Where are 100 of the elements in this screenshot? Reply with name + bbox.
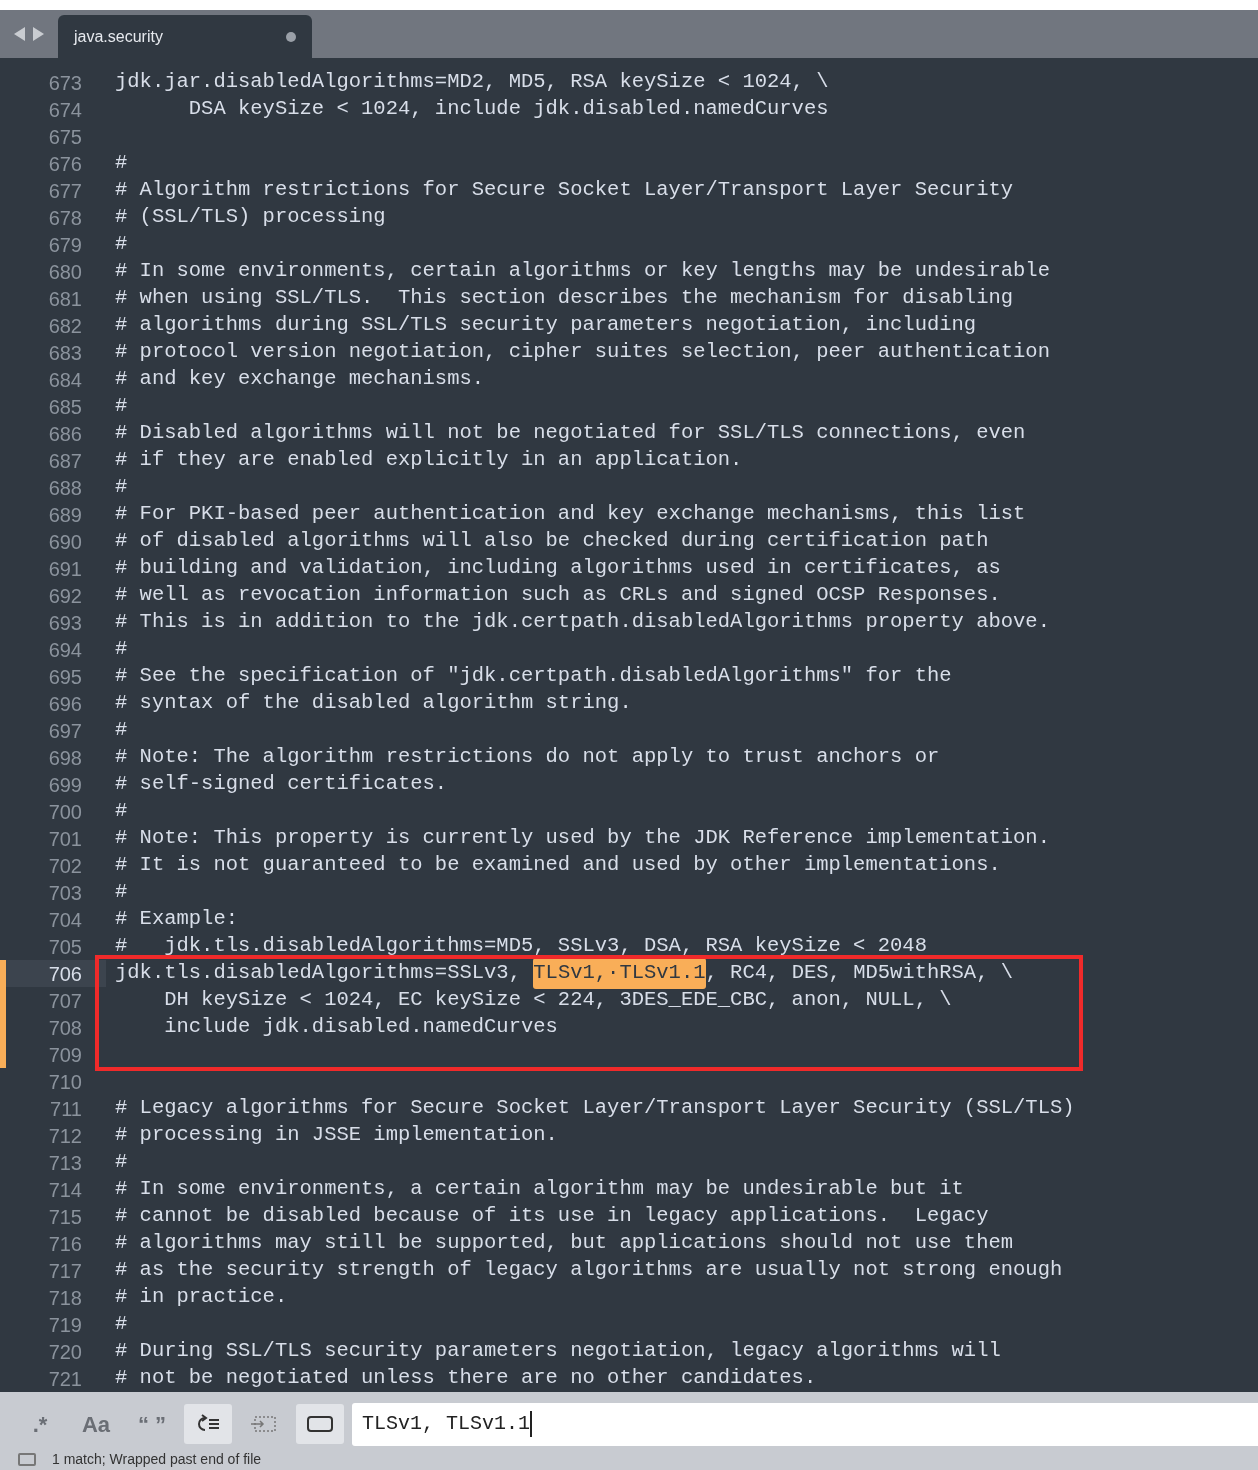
code-text: # This is in addition to the jdk.certpath.disabledAlgorithms property above. [115,609,1050,636]
line-number: 691 [48,556,82,582]
code-text: # [115,231,128,258]
find-option-toggle[interactable] [296,1404,344,1444]
code-text: # [115,150,128,177]
code-text: # algorithms during SSL/TLS security parameters negotiation, including [115,312,977,339]
line-number: 714 [48,1177,82,1203]
find-field[interactable]: TLSv1, TLSv1.1 [352,1402,1258,1446]
code-text: # Note: The algorithm restrictions do not apply to trust anchors or [115,744,940,771]
line-number: 708 [48,1015,82,1041]
code-text: include jdk.disabled.namedCurves [163,1014,558,1041]
code-text: # In some environments, a certain algorithm may be undesirable but it [115,1176,964,1203]
line-number: 693 [48,610,82,636]
code-text: # if they are enabled explicitly in an application. [115,447,743,474]
find-option-toggle[interactable]: .* [16,1404,64,1444]
code-text: # building and validation, including algorithms used in certificates, as [115,555,1001,582]
line-number: 707 [48,988,82,1014]
line-number: 695 [48,664,82,690]
code-text: # in practice. [115,1284,288,1311]
line-number: 690 [48,529,82,555]
code-text: # Disabled algorithms will not be negotiated for SSL/TLS connections, even [115,420,1026,447]
line-number: 718 [48,1285,82,1311]
line-number: 705 [48,934,82,960]
code-text: # cannot be disabled because of its use in legacy applications. Legacy [115,1203,989,1230]
find-option-toggle[interactable]: Aa [72,1404,120,1444]
line-number: 719 [48,1312,82,1338]
line-number: 685 [48,394,82,420]
line-number: 673 [48,70,82,96]
line-number: 678 [48,205,82,231]
code-text: # (SSL/TLS) processing [115,204,386,231]
line-number: 700 [48,799,82,825]
line-number: 703 [48,880,82,906]
code-text: # Algorithm restrictions for Secure Socket Layer/Transport Layer Security [115,177,1014,204]
code-text: # algorithms may still be supported, but applications should not use them [115,1230,1014,1257]
line-number: 675 [48,124,82,150]
line-number: 687 [48,448,82,474]
file-tab[interactable]: java.security [58,15,312,58]
code-text: # when using SSL/TLS. This section describes the mechanism for disabling [115,285,1014,312]
line-number: 686 [48,421,82,447]
code-text: # as the security strength of legacy algorithms are usually not strong enough [115,1257,1063,1284]
status-text: 1 match; Wrapped past end of file [52,1451,262,1467]
wrap-icon [195,1414,221,1434]
line-number: 713 [48,1150,82,1176]
line-number: 677 [48,178,82,204]
code-text: # [115,798,128,825]
code-text: DSA keySize < 1024, include jdk.disabled.namedCurves [187,96,829,123]
selection-icon [250,1415,278,1433]
line-number: 689 [48,502,82,528]
code-text: # self-signed certificates. [115,771,448,798]
line-number: 694 [48,637,82,663]
panel-icon[interactable] [18,1452,36,1466]
line-number: 674 [48,97,82,123]
code-text: # See the specification of "jdk.certpath.disabledAlgorithms" for the [115,663,952,690]
code-text: # [115,1149,128,1176]
line-number: 721 [48,1366,82,1392]
code-text: # [115,636,128,663]
line-number: 696 [48,691,82,717]
line-number: 679 [48,232,82,258]
code-text: # processing in JSSE implementation. [115,1122,558,1149]
line-number: 692 [48,583,82,609]
code-text: # Note: This property is currently used by the JDK Reference implementation. [115,825,1050,852]
line-number: 702 [48,853,82,879]
search-match: TLSv1,·TLSv1.1 [533,958,706,989]
code-text: # well as revocation information such as CRLs and signed OCSP Responses. [115,582,1001,609]
code-text: # Legacy algorithms for Secure Socket Layer/Transport Layer Security (SSL/TLS) [115,1095,1075,1122]
line-number: 676 [48,151,82,177]
code-text: jdk.jar.disabledAlgorithms=MD2, MD5, RSA keySize < 1024, \ [115,69,829,96]
forward-arrow-icon[interactable] [32,27,44,41]
code-text: jdk.tls.disabledAlgorithms=SSLv3, [115,960,522,987]
code-text: # [115,1311,128,1338]
code-text: # and key exchange mechanisms. [115,366,485,393]
line-number: 709 [48,1042,82,1068]
code-text: # In some environments, certain algorithms or key lengths may be undesirable [115,258,1050,285]
code-text: # syntax of the disabled algorithm string. [115,690,632,717]
find-option-toggle[interactable]: “ ” [128,1404,176,1444]
code-text: # It is not guaranteed to be examined and used by other implementations. [115,852,1001,879]
rectangle-icon [307,1415,333,1433]
line-number: 697 [48,718,82,744]
line-number: 684 [48,367,82,393]
line-number: 698 [48,745,82,771]
code-text: # Example: [115,906,239,933]
code-text: # During SSL/TLS security parameters negotiation, legacy algorithms will [115,1338,1001,1365]
code-text: # of disabled algorithms will also be checked during certification path [115,528,989,555]
line-number: 701 [48,826,82,852]
line-number: 681 [48,286,82,312]
code-text: # [115,393,128,420]
code-text: # [115,474,128,501]
line-number: 704 [48,907,82,933]
code-text: # protocol version negotiation, cipher suites selection, peer authentication [115,339,1050,366]
code-text: # not be negotiated unless there are no other candidates. [115,1365,817,1392]
line-number: 716 [48,1231,82,1257]
line-number: 711 [50,1096,82,1122]
line-number: 680 [48,259,82,285]
line-number: 710 [48,1069,82,1095]
line-number: 712 [48,1123,82,1149]
line-number: 682 [48,313,82,339]
back-arrow-icon[interactable] [14,27,26,41]
code-text: DH keySize < 1024, EC keySize < 224, 3DES_EDE_CBC, anon, NULL, \ [163,987,952,1014]
line-number: 683 [48,340,82,366]
find-option-toggle[interactable] [184,1404,232,1444]
